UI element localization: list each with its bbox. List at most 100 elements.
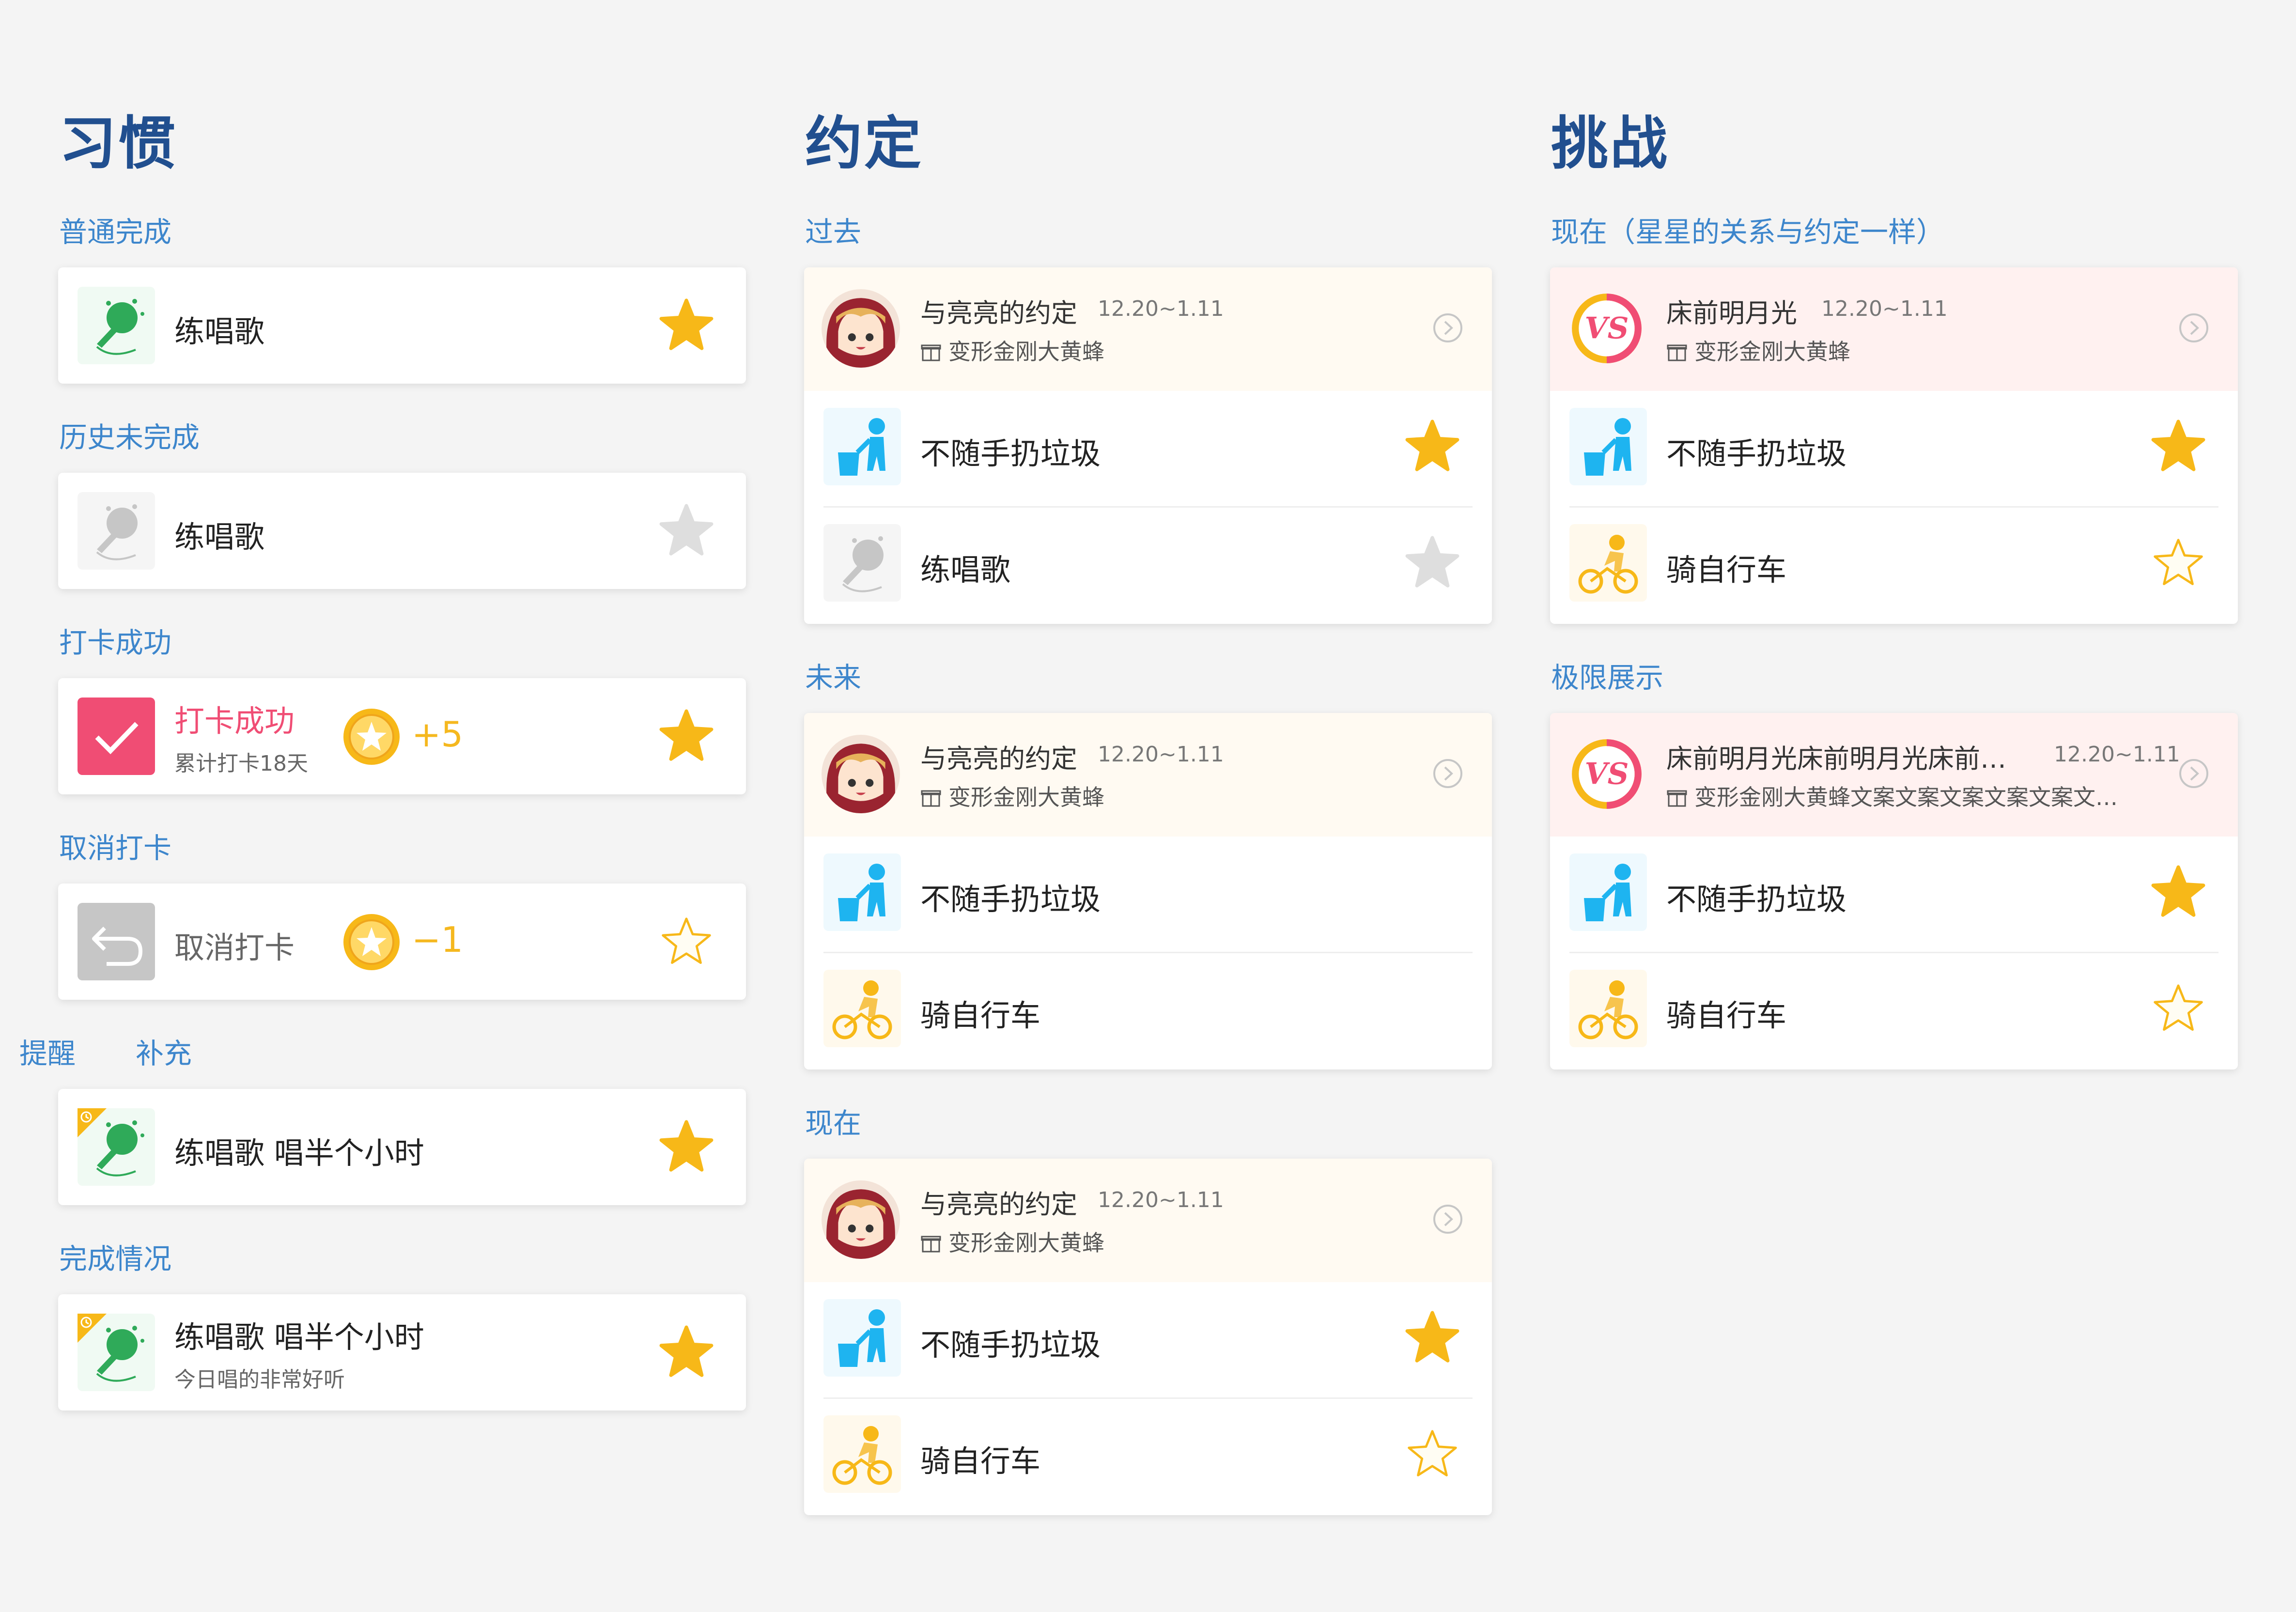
gift-icon (1666, 341, 1688, 362)
points-change: +5 (412, 714, 464, 755)
star-filled-icon[interactable] (2150, 864, 2207, 921)
avatar (822, 735, 900, 813)
chevron-right-icon[interactable] (1432, 758, 1464, 790)
star-outline-icon[interactable] (2150, 980, 2207, 1037)
star-outline-icon[interactable] (658, 913, 715, 970)
habit-card-checked[interactable]: 打卡成功 累计打卡18天 +5 (58, 678, 746, 794)
promise-date: 12.20~1.11 (1098, 296, 1224, 321)
section-cancel-checkin: 取消打卡 (59, 832, 172, 865)
gift-icon (920, 1232, 942, 1254)
promise-date: 12.20~1.11 (1098, 1188, 1224, 1212)
promise-header[interactable]: 与亮亮的约定 12.20~1.11 变形金刚大黄蜂 (804, 713, 1492, 837)
sing-gray-icon (823, 524, 901, 602)
reward-text: 变形金刚大黄蜂 (948, 784, 1104, 810)
section-remind: 提醒 (19, 1037, 76, 1070)
reward-text: 变形金刚大黄蜂 (1694, 339, 1850, 365)
habit-title: 练唱歌 唱半个小时 (174, 1319, 424, 1355)
trash-icon (823, 853, 901, 931)
promise-reward: 变形金刚大黄蜂 (920, 1225, 1104, 1257)
star-gray-icon[interactable] (658, 502, 715, 559)
star-filled-icon[interactable] (1404, 418, 1461, 475)
reward-text: 变形金刚大黄蜂 (948, 339, 1104, 365)
trash-icon (823, 1299, 901, 1377)
promise-title: 与亮亮的约定 (920, 744, 1077, 774)
star-filled-icon[interactable] (1404, 1309, 1461, 1366)
coin-icon (342, 707, 401, 766)
star-outline-icon[interactable] (2150, 534, 2207, 591)
section-limit-display: 极限展示 (1551, 661, 1664, 694)
gift-icon (920, 341, 942, 362)
star-filled-icon[interactable] (658, 1324, 715, 1381)
avatar (822, 289, 900, 368)
star-filled-icon[interactable] (658, 1118, 715, 1176)
promise-card-future[interactable]: 与亮亮的约定 12.20~1.11 变形金刚大黄蜂 不随手扔垃圾 骑自行车 (804, 713, 1492, 1070)
task-title: 骑自行车 (920, 1443, 1041, 1479)
divider (823, 1397, 1473, 1399)
divider (1569, 952, 2218, 953)
chevron-right-icon[interactable] (1432, 1203, 1464, 1235)
task-title: 不随手扔垃圾 (920, 436, 1101, 471)
habit-title: 练唱歌 唱半个小时 (174, 1135, 424, 1171)
promise-date: 12.20~1.11 (1098, 742, 1224, 767)
section-completion-status: 完成情况 (59, 1242, 172, 1275)
vs-icon (1567, 735, 1646, 813)
challenge-header[interactable]: 床前明月光床前明月光床前… 12.20~1.11 变形金刚大黄蜂文案文案文案文案… (1550, 713, 2238, 837)
section-normal-complete: 普通完成 (59, 216, 172, 248)
bike-icon (1569, 524, 1647, 602)
chevron-right-icon[interactable] (2178, 312, 2210, 344)
sing-icon (78, 287, 155, 364)
task-title: 骑自行车 (1666, 998, 1787, 1033)
habit-card-status[interactable]: 练唱歌 唱半个小时 今日唱的非常好听 (58, 1294, 746, 1410)
trash-icon (1569, 853, 1647, 931)
star-outline-icon[interactable] (1404, 1426, 1461, 1483)
section-history-incomplete: 历史未完成 (59, 421, 200, 454)
habit-card-normal[interactable]: 练唱歌 (58, 267, 746, 384)
vs-icon (1567, 289, 1646, 368)
section-challenge-now: 现在（星星的关系与约定一样） (1551, 216, 1945, 248)
habit-card-remind[interactable]: 练唱歌 唱半个小时 (58, 1089, 746, 1205)
challenges-title: 挑战 (1551, 110, 1670, 177)
habits-title: 习惯 (59, 110, 178, 177)
gift-icon (920, 787, 942, 808)
star-filled-icon[interactable] (658, 297, 715, 354)
challenge-header[interactable]: 床前明月光 12.20~1.11 变形金刚大黄蜂 (1550, 267, 2238, 391)
check-icon (78, 698, 155, 775)
section-supplement: 补充 (136, 1037, 192, 1070)
task-title: 骑自行车 (1666, 552, 1787, 588)
bike-icon (823, 970, 901, 1047)
task-title: 骑自行车 (920, 998, 1041, 1033)
promises-title: 约定 (805, 110, 924, 177)
points-change: −1 (412, 919, 464, 960)
challenge-title: 床前明月光 (1666, 298, 1797, 328)
clock-badge-icon (78, 1314, 107, 1343)
star-gray-icon[interactable] (1404, 534, 1461, 591)
challenge-card-now[interactable]: 床前明月光 12.20~1.11 变形金刚大黄蜂 不随手扔垃圾 骑自行车 (1550, 267, 2238, 624)
promise-title: 与亮亮的约定 (920, 1189, 1077, 1220)
promise-card-past[interactable]: 与亮亮的约定 12.20~1.11 变形金刚大黄蜂 不随手扔垃圾 练唱歌 (804, 267, 1492, 624)
promise-header[interactable]: 与亮亮的约定 12.20~1.11 变形金刚大黄蜂 (804, 267, 1492, 391)
habit-subtitle: 今日唱的非常好听 (174, 1367, 345, 1392)
trash-icon (823, 408, 901, 485)
promise-card-now[interactable]: 与亮亮的约定 12.20~1.11 变形金刚大黄蜂 不随手扔垃圾 骑自行车 (804, 1159, 1492, 1515)
checkin-subtitle: 累计打卡18天 (174, 751, 308, 776)
habit-card-cancel[interactable]: 取消打卡 −1 (58, 884, 746, 1000)
challenge-reward: 变形金刚大黄蜂 (1666, 334, 1850, 366)
habit-title: 练唱歌 (174, 314, 265, 349)
divider (823, 506, 1473, 508)
promise-header[interactable]: 与亮亮的约定 12.20~1.11 变形金刚大黄蜂 (804, 1159, 1492, 1282)
reward-text: 变形金刚大黄蜂文案文案文案文案文案文… (1694, 784, 2118, 810)
challenge-card-limit[interactable]: 床前明月光床前明月光床前… 12.20~1.11 变形金刚大黄蜂文案文案文案文案… (1550, 713, 2238, 1070)
bike-icon (823, 1415, 901, 1493)
chevron-right-icon[interactable] (2178, 758, 2210, 790)
challenge-date: 12.20~1.11 (1821, 296, 1948, 321)
star-filled-icon[interactable] (658, 708, 715, 765)
challenge-date: 12.20~1.11 (2054, 742, 2180, 767)
star-filled-icon[interactable] (2150, 418, 2207, 475)
task-title: 不随手扔垃圾 (1666, 882, 1847, 917)
habit-card-history[interactable]: 练唱歌 (58, 473, 746, 589)
sing-gray-icon (78, 492, 155, 570)
challenge-title: 床前明月光床前明月光床前… (1666, 744, 2006, 774)
trash-icon (1569, 408, 1647, 485)
chevron-right-icon[interactable] (1432, 312, 1464, 344)
task-title: 不随手扔垃圾 (1666, 436, 1847, 471)
